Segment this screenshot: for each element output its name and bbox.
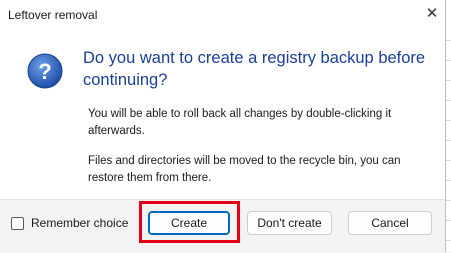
question-glyph: ? bbox=[38, 59, 51, 84]
recycle-bin-info-text: Files and directories will be moved to t… bbox=[88, 155, 401, 184]
question-icon: ? bbox=[27, 53, 63, 89]
title-bar: Leftover removal ✕ bbox=[0, 0, 445, 31]
cancel-button[interactable]: Cancel bbox=[348, 211, 432, 235]
dialog-content: ? Do you want to create a registry backu… bbox=[0, 31, 445, 199]
dont-create-button[interactable]: Don't create bbox=[247, 211, 332, 235]
create-button-highlight bbox=[139, 201, 240, 243]
window-title: Leftover removal bbox=[8, 8, 98, 22]
checkbox-box[interactable] bbox=[11, 216, 24, 230]
dialog-heading: Do you want to create a registry backup … bbox=[83, 49, 426, 89]
rollback-info-text: You will be able to roll back all change… bbox=[88, 108, 392, 137]
close-icon[interactable]: ✕ bbox=[420, 2, 444, 26]
remember-choice-label[interactable]: Remember choice bbox=[31, 216, 128, 230]
remember-choice-checkbox[interactable]: Remember choice bbox=[11, 216, 128, 230]
